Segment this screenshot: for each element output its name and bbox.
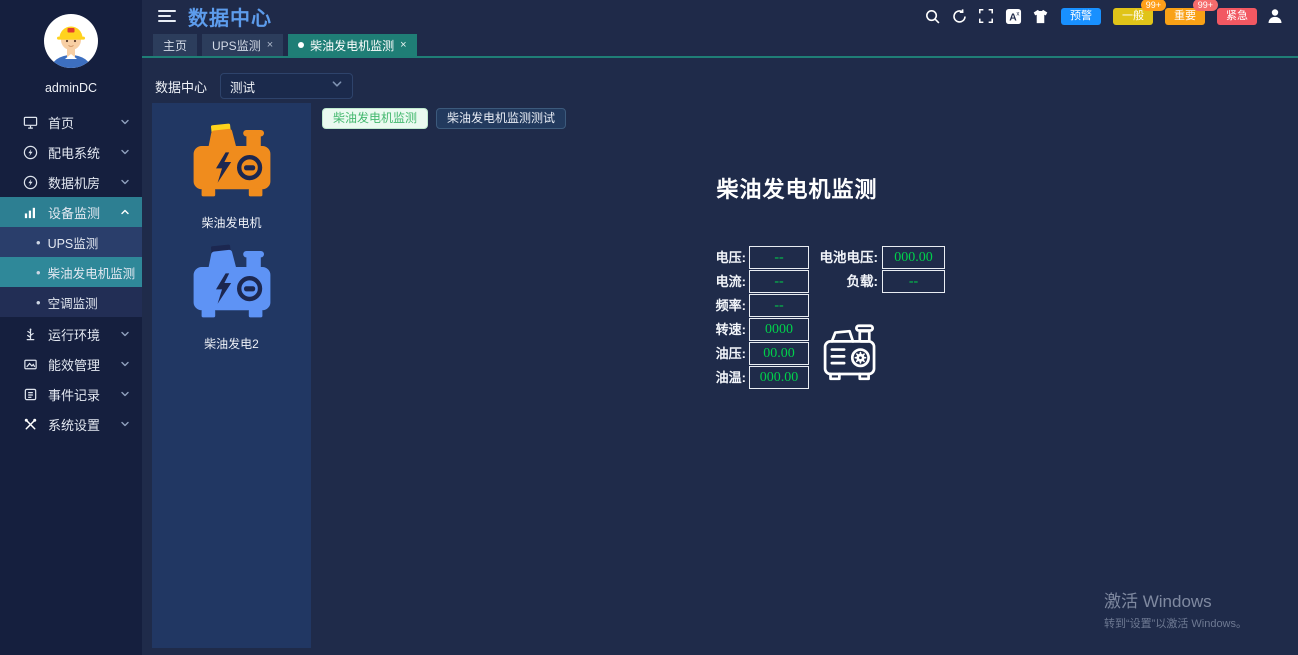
- bullet-icon: •: [36, 295, 41, 310]
- device-card-diesel-1[interactable]: 柴油发电机: [184, 120, 280, 231]
- chevron-down-icon: [120, 417, 130, 432]
- search-icon[interactable]: [923, 7, 941, 25]
- close-icon[interactable]: ×: [400, 39, 406, 51]
- bar-chart-icon: [22, 204, 38, 220]
- field-label-battery-voltage: 电池电压:: [802, 246, 878, 269]
- windows-watermark: 激活 Windows 转到“设置”以激活 Windows。: [1104, 587, 1247, 631]
- device-list-panel: 柴油发电机 柴油发电2: [152, 103, 311, 648]
- datacenter-select-value: 测试: [230, 77, 331, 96]
- sidebar-item-power-system[interactable]: 配电系统: [0, 137, 142, 167]
- sidebar-item-home[interactable]: 首页: [0, 107, 142, 137]
- tools-icon: [22, 416, 38, 432]
- tab-bar: 主页 UPS监测 × 柴油发电机监测 ×: [142, 32, 1298, 58]
- fullscreen-icon[interactable]: [977, 7, 995, 25]
- device-label: 柴油发电2: [184, 335, 280, 352]
- datacenter-select-label: 数据中心: [155, 77, 207, 96]
- field-value-battery-voltage: 000.00: [882, 246, 945, 269]
- sidebar-item-settings[interactable]: 系统设置: [0, 409, 142, 439]
- chevron-up-icon: [120, 205, 130, 220]
- field-label-frequency: 频率:: [684, 294, 746, 317]
- chevron-down-icon: [120, 327, 130, 342]
- alarm-urgent-button[interactable]: 紧急: [1217, 8, 1257, 25]
- tab-home[interactable]: 主页: [153, 34, 197, 56]
- translate-icon[interactable]: Ax: [1004, 7, 1022, 25]
- field-value-current: --: [749, 270, 809, 293]
- device-tab-diesel-monitor[interactable]: 柴油发电机监测: [322, 108, 428, 129]
- alarm-general-badge: 99+: [1141, 0, 1166, 11]
- field-label-load: 负载:: [802, 270, 878, 293]
- refresh-icon[interactable]: [950, 7, 968, 25]
- chevron-down-icon: [120, 387, 130, 402]
- tab-diesel-monitor[interactable]: 柴油发电机监测 ×: [288, 34, 416, 56]
- field-value-rpm: 0000: [749, 318, 809, 341]
- field-value-load: --: [882, 270, 945, 293]
- main-content: 数据中心 测试 柴油发电机: [142, 60, 1298, 655]
- user-icon[interactable]: [1266, 7, 1284, 25]
- generator-orange-icon: [184, 191, 280, 208]
- field-label-oil-pressure: 油压:: [684, 342, 746, 365]
- sidebar-item-ac-monitor[interactable]: • 空调监测: [0, 287, 142, 317]
- field-value-voltage: --: [749, 246, 809, 269]
- sidebar: adminDC 首页 配电系统 数据机房 设备监测 • UPS监测 • 柴油发: [0, 0, 142, 655]
- user-avatar[interactable]: [43, 13, 99, 69]
- menu-toggle-icon[interactable]: [158, 9, 176, 23]
- sidebar-item-energy[interactable]: 能效管理: [0, 349, 142, 379]
- alarm-warning-button[interactable]: 预警: [1061, 8, 1101, 25]
- svg-text:x: x: [1016, 10, 1019, 17]
- bullet-icon: •: [36, 235, 41, 250]
- power-circle-icon: [22, 144, 38, 160]
- power-circle-icon: [22, 174, 38, 190]
- generator-outline-icon: [821, 323, 889, 392]
- watermark-subtitle: 转到“设置”以激活 Windows。: [1104, 615, 1247, 631]
- field-label-current: 电流:: [684, 270, 746, 293]
- chevron-down-icon: [331, 77, 343, 95]
- monitor-icon: [22, 114, 38, 130]
- monitor-title: 柴油发电机监测: [647, 172, 947, 204]
- tree-icon: [22, 326, 38, 342]
- username: adminDC: [0, 81, 142, 95]
- watermark-title: 激活 Windows: [1104, 587, 1247, 612]
- alarm-general-button[interactable]: 一般99+: [1113, 8, 1153, 25]
- sidebar-item-ups-monitor[interactable]: • UPS监测: [0, 227, 142, 257]
- sidebar-item-data-room[interactable]: 数据机房: [0, 167, 142, 197]
- sidebar-item-environment[interactable]: 运行环境: [0, 319, 142, 349]
- alarm-important-badge: 99+: [1193, 0, 1218, 11]
- chevron-down-icon: [120, 145, 130, 160]
- datacenter-select[interactable]: 测试: [220, 73, 353, 99]
- alarm-important-button[interactable]: 重要99+: [1165, 8, 1205, 25]
- monitor-fields-left: 电压: 电流: 频率: 转速: 油压: 油温: -- -- -- 0000 00…: [684, 246, 809, 390]
- tab-ups-monitor[interactable]: UPS监测 ×: [202, 34, 283, 56]
- field-label-voltage: 电压:: [684, 246, 746, 269]
- chevron-down-icon: [120, 357, 130, 372]
- field-value-oil-temp: 000.00: [749, 366, 809, 389]
- generator-blue-icon: [184, 312, 280, 329]
- device-tab-diesel-monitor-test[interactable]: 柴油发电机监测测试: [436, 108, 566, 129]
- field-label-rpm: 转速:: [684, 318, 746, 341]
- close-icon[interactable]: ×: [267, 39, 273, 51]
- device-card-diesel-2[interactable]: 柴油发电2: [184, 241, 280, 352]
- chevron-down-icon: [120, 115, 130, 130]
- sidebar-item-device-monitor[interactable]: 设备监测: [0, 197, 142, 227]
- monitor-fields-right: 电池电压: 负载: 000.00 --: [802, 246, 945, 294]
- list-icon: [22, 386, 38, 402]
- device-label: 柴油发电机: [184, 214, 280, 231]
- theme-shirt-icon[interactable]: [1031, 7, 1049, 25]
- active-dot-icon: [298, 42, 304, 48]
- field-label-oil-temp: 油温:: [684, 366, 746, 389]
- bullet-icon: •: [36, 265, 41, 280]
- device-tabs: 柴油发电机监测 柴油发电机监测测试: [322, 108, 566, 129]
- sidebar-item-diesel-monitor[interactable]: • 柴油发电机监测: [0, 257, 142, 287]
- image-icon: [22, 356, 38, 372]
- field-value-oil-pressure: 00.00: [749, 342, 809, 365]
- field-value-frequency: --: [749, 294, 809, 317]
- chevron-down-icon: [120, 175, 130, 190]
- page-title: 数据中心: [188, 2, 272, 31]
- header: 数据中心 Ax 预警 一般99+ 重要99+ 紧急: [142, 0, 1298, 32]
- sidebar-item-events[interactable]: 事件记录: [0, 379, 142, 409]
